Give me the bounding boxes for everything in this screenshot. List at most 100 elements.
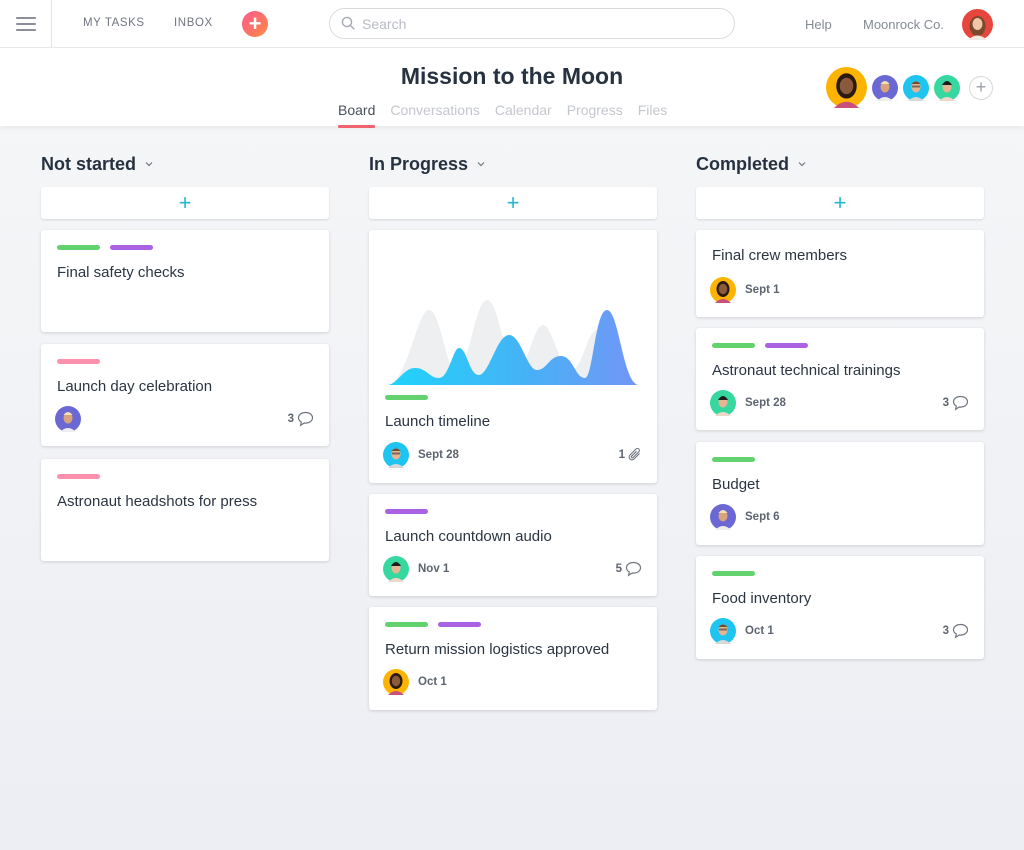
nav-my-tasks[interactable]: MY TASKS <box>83 17 145 29</box>
tag-pink <box>57 474 100 479</box>
tab-files[interactable]: Files <box>638 102 668 124</box>
comment-count[interactable]: 5 <box>616 561 642 577</box>
column-title: In Progress <box>369 153 469 174</box>
project-header: Mission to the Moon Board Conversations … <box>0 48 1024 128</box>
comment-icon <box>952 395 969 411</box>
task-card[interactable]: Launch timeline Sept 28 1 <box>369 230 657 483</box>
project-title: Mission to the Moon <box>400 63 624 89</box>
column-header[interactable]: Not started <box>41 150 329 178</box>
member-avatar-green[interactable] <box>934 75 960 101</box>
due-date: Sept 1 <box>745 284 780 296</box>
column-not-started: Not started + Final safety checks Launch… <box>41 150 329 561</box>
member-avatar-blue[interactable] <box>903 75 929 101</box>
column-header[interactable]: Completed <box>696 150 984 178</box>
column-title: Not started <box>41 153 137 174</box>
assignee-avatar[interactable] <box>710 390 736 416</box>
due-date: Sept 6 <box>745 511 780 523</box>
member-avatar-yellow[interactable] <box>826 67 867 108</box>
comment-count[interactable]: 3 <box>943 395 969 411</box>
task-title: Astronaut technical trainings <box>712 362 901 379</box>
search-bar[interactable] <box>329 8 735 39</box>
tag-list <box>385 622 481 627</box>
organization-switcher[interactable]: Moonrock Co. <box>863 17 944 32</box>
task-title: Food inventory <box>712 590 812 607</box>
task-card[interactable]: Astronaut technical trainings Sept 28 3 <box>696 328 984 430</box>
column-in-progress: In Progress + Launch timeline Sept 28 1 … <box>369 150 657 710</box>
paperclip-icon <box>628 447 640 461</box>
assignee-avatar[interactable] <box>383 669 409 695</box>
comment-count-value: 5 <box>615 563 622 575</box>
assignee-avatar[interactable] <box>55 406 81 432</box>
tab-calendar[interactable]: Calendar <box>495 102 552 124</box>
hamburger-menu-icon <box>15 16 36 31</box>
comment-count-value: 3 <box>287 413 294 425</box>
hamburger-menu-button[interactable] <box>0 0 52 47</box>
task-card[interactable]: Final safety checks <box>41 230 329 332</box>
attachment-count[interactable]: 1 <box>619 447 642 463</box>
member-avatar-purple[interactable] <box>872 75 898 101</box>
comment-count-value: 3 <box>942 397 949 409</box>
tag-list <box>385 509 428 514</box>
tag-purple <box>385 509 428 514</box>
search-input[interactable] <box>362 13 722 34</box>
tag-pink <box>57 359 100 364</box>
tab-board[interactable]: Board <box>338 102 376 128</box>
comment-icon <box>952 623 969 639</box>
task-card[interactable]: Astronaut headshots for press <box>41 459 329 561</box>
due-date: Sept 28 <box>418 449 459 461</box>
tag-green <box>57 245 100 250</box>
column-completed: Completed + Final crew members Sept 1 As… <box>696 150 984 659</box>
add-member-button[interactable]: + <box>969 76 993 100</box>
task-title: Final safety checks <box>57 264 185 281</box>
task-card[interactable]: Launch countdown audio Nov 1 5 <box>369 494 657 596</box>
top-navigation-bar: MY TASKS INBOX + Help Moonrock Co. <box>0 0 1024 48</box>
task-card[interactable]: Return mission logistics approved Oct 1 <box>369 607 657 710</box>
comment-icon <box>625 561 642 577</box>
comment-count-value: 3 <box>942 625 949 637</box>
quick-add-button[interactable]: + <box>242 11 268 37</box>
assignee-avatar[interactable] <box>383 442 409 468</box>
column-header[interactable]: In Progress <box>369 150 657 178</box>
task-card[interactable]: Final crew members Sept 1 <box>696 230 984 317</box>
nav-inbox[interactable]: INBOX <box>174 17 213 29</box>
chevron-down-icon <box>477 162 485 167</box>
project-tabs: Board Conversations Calendar Progress Fi… <box>338 102 668 128</box>
add-task-button[interactable]: + <box>696 187 984 219</box>
task-title: Budget <box>712 476 760 493</box>
chevron-down-icon <box>145 162 153 167</box>
comment-count[interactable]: 3 <box>943 623 969 639</box>
help-link[interactable]: Help <box>805 17 832 32</box>
task-title: Astronaut headshots for press <box>57 493 258 510</box>
task-title: Launch timeline <box>385 413 491 430</box>
add-task-button[interactable]: + <box>369 187 657 219</box>
due-date: Nov 1 <box>418 563 450 575</box>
due-date: Oct 1 <box>418 676 447 688</box>
tag-list <box>57 245 153 250</box>
comment-count[interactable]: 3 <box>288 411 314 427</box>
assignee-avatar[interactable] <box>710 618 736 644</box>
card-cover-chart-image <box>387 300 639 385</box>
tag-green <box>712 457 755 462</box>
tag-purple <box>765 343 808 348</box>
tag-green <box>385 395 428 400</box>
assignee-avatar[interactable] <box>710 504 736 530</box>
tag-list <box>712 343 808 348</box>
tag-green <box>712 571 755 576</box>
tag-purple <box>438 622 481 627</box>
user-avatar[interactable] <box>962 9 993 40</box>
task-title: Launch countdown audio <box>385 528 552 545</box>
chevron-down-icon <box>798 162 806 167</box>
comment-icon <box>297 411 314 427</box>
tab-conversations[interactable]: Conversations <box>390 102 480 124</box>
task-title: Launch day celebration <box>57 378 213 395</box>
add-task-button[interactable]: + <box>41 187 329 219</box>
tag-list <box>57 359 100 364</box>
search-icon <box>341 16 355 30</box>
task-card[interactable]: Launch day celebration 3 <box>41 344 329 446</box>
task-card[interactable]: Budget Sept 6 <box>696 442 984 545</box>
assignee-avatar[interactable] <box>383 556 409 582</box>
assignee-avatar[interactable] <box>710 277 736 303</box>
column-title: Completed <box>696 153 790 174</box>
task-card[interactable]: Food inventory Oct 1 3 <box>696 556 984 659</box>
tab-progress[interactable]: Progress <box>567 102 623 124</box>
